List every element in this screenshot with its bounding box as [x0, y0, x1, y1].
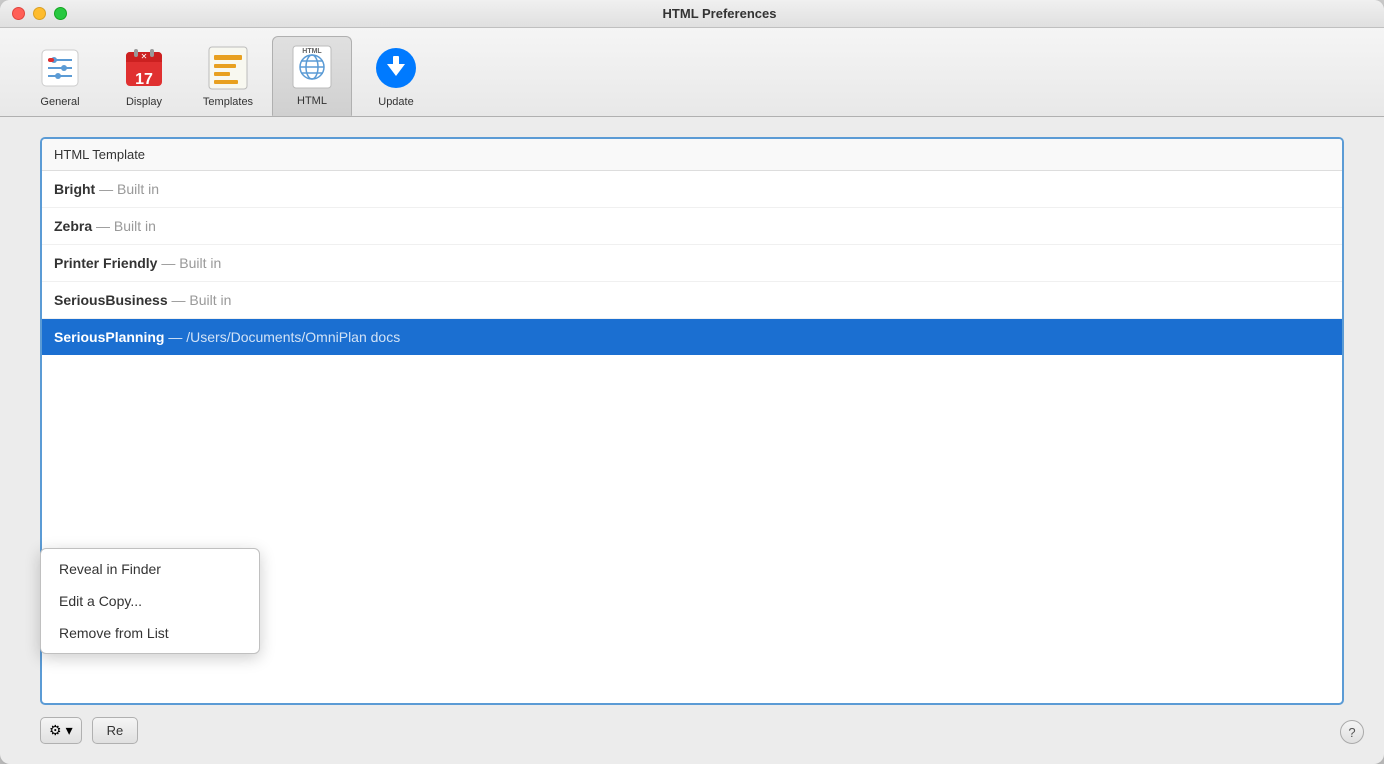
tab-templates[interactable]: Templates — [188, 38, 268, 116]
templates-icon — [204, 44, 252, 92]
svg-text:✕: ✕ — [141, 52, 148, 61]
svg-text:17: 17 — [135, 71, 153, 88]
html-icon: HTML — [288, 43, 336, 91]
gear-icon: ⚙ — [49, 722, 62, 739]
gear-dropdown-menu: Reveal in Finder Edit a Copy... Remove f… — [40, 548, 260, 654]
minimize-button[interactable] — [33, 7, 46, 20]
tab-update-label: Update — [378, 96, 413, 108]
item-name: SeriousPlanning — [54, 329, 164, 345]
tab-general[interactable]: General — [20, 38, 100, 116]
tab-html-label: HTML — [297, 95, 327, 107]
list-item-selected[interactable]: SeriousPlanning — /Users/Documents/OmniP… — [42, 319, 1342, 355]
general-icon — [36, 44, 84, 92]
window-title: HTML Preferences — [67, 6, 1372, 21]
update-icon — [372, 44, 420, 92]
item-name: SeriousBusiness — [54, 292, 168, 308]
tab-html[interactable]: HTML HTML — [272, 36, 352, 116]
help-button[interactable]: ? — [1340, 720, 1364, 744]
list-header: HTML Template — [42, 139, 1342, 171]
item-subtitle: — Built in — [99, 181, 159, 197]
tab-templates-label: Templates — [203, 96, 253, 108]
item-subtitle: — Built in — [96, 218, 156, 234]
list-item[interactable]: Zebra — Built in — [42, 208, 1342, 245]
item-name: Bright — [54, 181, 95, 197]
chevron-down-icon: ▾ — [66, 722, 73, 739]
tab-update[interactable]: Update — [356, 38, 436, 116]
close-button[interactable] — [12, 7, 25, 20]
toolbar: General 17 ✕ Display — [0, 28, 1384, 117]
item-name: Printer Friendly — [54, 255, 157, 271]
window: HTML Preferences General — [0, 0, 1384, 764]
display-icon: 17 ✕ — [120, 44, 168, 92]
item-subtitle: — Built in — [172, 292, 232, 308]
tab-display-label: Display — [126, 96, 162, 108]
reveal-in-finder-item[interactable]: Reveal in Finder — [41, 553, 259, 585]
list-item[interactable]: Bright — Built in — [42, 171, 1342, 208]
list-item[interactable]: Printer Friendly — Built in — [42, 245, 1342, 282]
bottom-bar: ⚙ ▾ Re — [40, 717, 1344, 744]
item-subtitle: — /Users/Documents/OmniPlan docs — [168, 329, 400, 345]
item-name: Zebra — [54, 218, 92, 234]
title-bar: HTML Preferences — [0, 0, 1384, 28]
restore-button[interactable]: Re — [92, 717, 139, 744]
content-area: HTML Template Bright — Built in Zebra — … — [0, 117, 1384, 764]
tab-general-label: General — [40, 96, 79, 108]
remove-from-list-item[interactable]: Remove from List — [41, 617, 259, 649]
window-controls — [12, 7, 67, 20]
list-item[interactable]: SeriousBusiness — Built in — [42, 282, 1342, 319]
edit-a-copy-item[interactable]: Edit a Copy... — [41, 585, 259, 617]
gear-dropdown-button[interactable]: ⚙ ▾ — [40, 717, 82, 744]
maximize-button[interactable] — [54, 7, 67, 20]
svg-text:HTML: HTML — [302, 48, 322, 55]
item-subtitle: — Built in — [161, 255, 221, 271]
tab-display[interactable]: 17 ✕ Display — [104, 38, 184, 116]
